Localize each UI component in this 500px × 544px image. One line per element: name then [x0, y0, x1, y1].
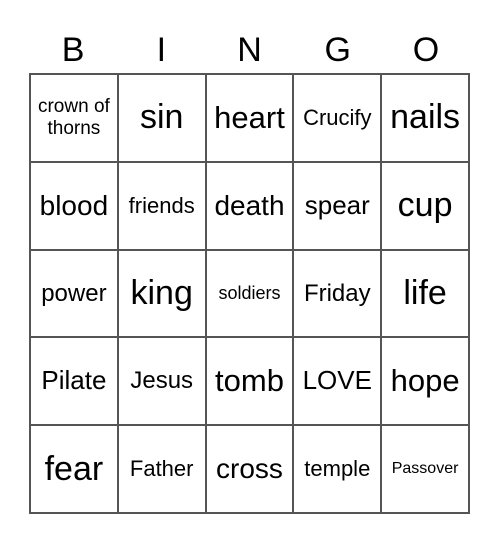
bingo-cell[interactable]: heart	[205, 74, 294, 162]
bingo-cell[interactable]: Passover	[381, 425, 469, 513]
bingo-cell[interactable]: Pilate	[30, 337, 118, 426]
bingo-cell[interactable]: Friday	[293, 249, 382, 338]
bingo-cell[interactable]: life	[381, 249, 469, 338]
bingo-cell[interactable]: cup	[381, 161, 469, 250]
bingo-cell[interactable]: Father	[117, 425, 206, 513]
header-letter-g: G	[324, 31, 351, 69]
bingo-cell[interactable]: death	[205, 161, 294, 250]
bingo-cell[interactable]: Crucify	[293, 74, 382, 162]
bingo-header: B I N G O	[29, 28, 470, 73]
bingo-cell[interactable]: power	[30, 249, 118, 338]
bingo-cell[interactable]: nails	[381, 74, 469, 162]
bingo-cell[interactable]: king	[117, 249, 206, 338]
bingo-cell[interactable]: spear	[293, 161, 382, 250]
bingo-cell[interactable]: tomb	[205, 337, 294, 426]
header-letter-i: I	[156, 31, 167, 69]
bingo-cell[interactable]: soldiers	[205, 249, 294, 338]
header-letter-b: B	[61, 31, 85, 69]
bingo-cell[interactable]: cross	[205, 425, 294, 513]
bingo-cell[interactable]: friends	[117, 161, 206, 250]
bingo-cell[interactable]: sin	[117, 74, 206, 162]
header-letter-n: N	[237, 31, 262, 69]
bingo-cell[interactable]: hope	[381, 337, 469, 426]
bingo-cell[interactable]: fear	[30, 425, 118, 513]
bingo-cell[interactable]: crown of thorns	[30, 74, 118, 162]
bingo-cell[interactable]: temple	[293, 425, 382, 513]
header-letter-o: O	[412, 31, 440, 69]
bingo-cell[interactable]: LOVE	[293, 337, 382, 426]
bingo-cell[interactable]: blood	[30, 161, 118, 250]
bingo-grid: crown of thorns sin heart Crucify nails …	[29, 73, 470, 514]
bingo-cell[interactable]: Jesus	[117, 337, 206, 426]
